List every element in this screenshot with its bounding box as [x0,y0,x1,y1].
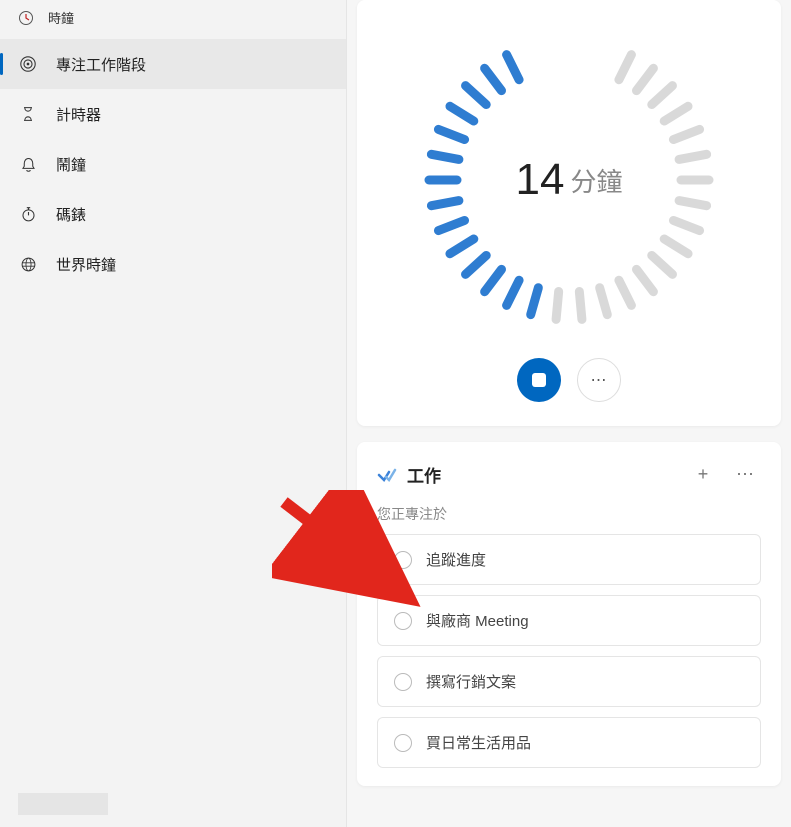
timer-value: 14 [516,155,565,205]
task-item[interactable]: 撰寫行銷文案 [377,656,761,707]
timer-card: 14 分鐘 ⋯ [357,0,781,426]
target-icon [18,54,38,74]
task-label: 撰寫行銷文案 [426,671,516,692]
sidebar-footer [0,781,346,827]
globe-icon [18,254,38,274]
focus-dial: 14 分鐘 [419,30,719,330]
clock-app-icon [18,10,34,26]
task-label: 追蹤進度 [426,549,486,570]
footer-placeholder [18,793,108,815]
task-label: 與廠商 Meeting [426,610,529,631]
ellipsis-icon: ⋯ [591,370,608,390]
ellipsis-icon: ⋯ [736,464,754,485]
nav-alarm[interactable]: 鬧鐘 [0,139,346,189]
task-item[interactable]: 與廠商 Meeting [377,595,761,646]
plus-icon: + [698,464,709,485]
nav-world-clock[interactable]: 世界時鐘 [0,239,346,289]
task-item[interactable]: 買日常生活用品 [377,717,761,768]
dial-center: 14 分鐘 [419,30,719,330]
bell-icon [18,154,38,174]
hourglass-icon [18,104,38,124]
nav-timer[interactable]: 計時器 [0,89,346,139]
todo-icon [377,464,397,484]
timer-controls: ⋯ [377,358,761,402]
task-checkbox[interactable] [394,551,412,569]
task-list: 追蹤進度與廠商 Meeting 撰寫行銷文案買日常生活用品 [377,534,761,768]
task-checkbox[interactable] [394,734,412,752]
task-checkbox[interactable] [394,612,412,630]
main-content: 14 分鐘 ⋯ 工作 + ⋯ 您正專注於 [347,0,791,827]
stopwatch-icon [18,204,38,224]
nav-label: 鬧鐘 [56,154,86,175]
add-task-button[interactable]: + [687,458,719,490]
tasks-header: 工作 + ⋯ [377,458,761,490]
tasks-card: 工作 + ⋯ 您正專注於 追蹤進度與廠商 Meeting 撰寫行銷文案買日常生活用… [357,442,781,786]
nav-stopwatch[interactable]: 碼錶 [0,189,346,239]
tasks-more-button[interactable]: ⋯ [729,458,761,490]
nav-label: 碼錶 [56,204,86,225]
tasks-title: 工作 [407,462,677,487]
nav-label: 世界時鐘 [56,254,116,275]
task-label: 買日常生活用品 [426,732,531,753]
more-button[interactable]: ⋯ [577,358,621,402]
app-title-bar: 時鐘 [0,0,346,35]
nav-label: 專注工作階段 [56,54,146,75]
app-title-text: 時鐘 [48,8,74,27]
tasks-subtitle: 您正專注於 [377,504,761,524]
task-item[interactable]: 追蹤進度 [377,534,761,585]
stop-icon [532,373,546,387]
timer-unit: 分鐘 [570,162,622,199]
nav-list: 專注工作階段 計時器 鬧鐘 碼錶 世界時鐘 [0,39,346,289]
nav-label: 計時器 [56,104,101,125]
dial-wrap: 14 分鐘 [377,30,761,330]
task-checkbox[interactable] [394,673,412,691]
nav-focus-sessions[interactable]: 專注工作階段 [0,39,346,89]
sidebar: 時鐘 專注工作階段 計時器 鬧鐘 碼錶 [0,0,347,827]
stop-button[interactable] [517,358,561,402]
